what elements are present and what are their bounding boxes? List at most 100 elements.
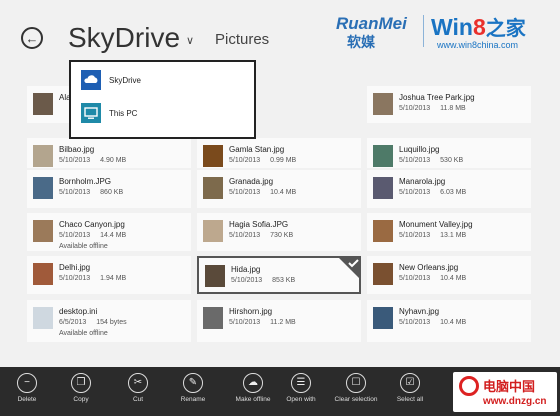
file-tile[interactable]: Luquillo.jpg 5/10/2013 530 KB bbox=[367, 138, 531, 168]
file-tile[interactable]: desktop.ini 6/5/2013 154 bytes Available of… bbox=[27, 300, 191, 342]
select-all-button[interactable]: ☑ Select all bbox=[380, 373, 440, 403]
file-date: 5/10/2013 bbox=[59, 275, 91, 282]
copy-button[interactable]: ❒ Copy bbox=[51, 373, 111, 403]
command-label: Select all bbox=[396, 396, 424, 403]
dropdown-item-label: This PC bbox=[109, 108, 138, 118]
file-meta: 5/10/2013 11.2 MB bbox=[229, 319, 296, 326]
ruanmei-logo-cn: 软媒 bbox=[347, 34, 375, 50]
file-tile[interactable]: Gamla Stan.jpg 5/10/2013 0.99 MB bbox=[197, 138, 361, 168]
file-tile[interactable]: New Orleans.jpg 5/10/2013 10.4 MB bbox=[367, 256, 531, 294]
file-thumbnail bbox=[33, 177, 53, 199]
file-thumbnail bbox=[205, 265, 225, 287]
file-name: New Orleans.jpg bbox=[399, 263, 459, 272]
file-meta: 5/10/2013 10.4 MB bbox=[229, 189, 296, 196]
file-tile[interactable]: Chaco Canyon.jpg 5/10/2013 14.4 MB Availabl… bbox=[27, 213, 191, 251]
file-size: 853 KB bbox=[272, 277, 296, 284]
cut-icon: ✂ bbox=[128, 373, 148, 393]
file-tile[interactable]: Joshua Tree Park.jpg 5/10/2013 11.8 MB bbox=[367, 86, 531, 123]
file-date: 5/10/2013 bbox=[399, 105, 431, 112]
cut-button[interactable]: ✂ Cut bbox=[108, 373, 168, 403]
file-date: 5/10/2013 bbox=[229, 232, 261, 239]
file-thumbnail bbox=[33, 93, 53, 115]
file-meta: 5/10/2013 853 KB bbox=[231, 277, 295, 284]
file-tile[interactable]: Delhi.jpg 5/10/2013 1.94 MB bbox=[27, 256, 191, 294]
file-thumbnail bbox=[373, 177, 393, 199]
file-size: 11.8 MB bbox=[440, 105, 466, 112]
file-size: 14.4 MB bbox=[100, 232, 127, 239]
file-thumbnail bbox=[373, 263, 393, 285]
file-thumbnail bbox=[203, 220, 223, 242]
file-meta: 5/10/2013 6.03 MB bbox=[399, 189, 466, 196]
file-meta: 5/10/2013 14.4 MB bbox=[59, 232, 126, 239]
dropdown-item-skydrive[interactable]: SkyDrive bbox=[81, 70, 141, 90]
file-size: 730 KB bbox=[270, 232, 294, 239]
file-tile[interactable]: Nyhavn.jpg 5/10/2013 10.4 MB bbox=[367, 300, 531, 342]
file-size: 860 KB bbox=[100, 189, 124, 196]
file-thumbnail bbox=[373, 93, 393, 115]
brand-divider bbox=[423, 15, 424, 47]
cloud-offline-icon: ☁ bbox=[243, 373, 263, 393]
file-size: 10.4 MB bbox=[440, 275, 467, 282]
command-label: Cut bbox=[132, 396, 144, 403]
clear-selection-icon: ☐ bbox=[346, 373, 366, 393]
file-name: Delhi.jpg bbox=[59, 263, 91, 272]
page-title[interactable]: SkyDrive bbox=[68, 22, 180, 54]
brand-url: www.win8china.com bbox=[437, 40, 519, 50]
file-size: 4.90 MB bbox=[100, 157, 127, 164]
dropdown-item-label: SkyDrive bbox=[109, 75, 142, 85]
file-tile[interactable]: Hida.jpg 5/10/2013 853 KB bbox=[197, 256, 361, 294]
watermark-logo-icon bbox=[459, 376, 479, 396]
file-tile[interactable]: Bilbao.jpg 5/10/2013 4.90 MB bbox=[27, 138, 191, 168]
breadcrumb[interactable]: Pictures bbox=[215, 31, 269, 48]
file-size: 1.94 MB bbox=[100, 275, 127, 282]
selected-check-icon bbox=[337, 256, 361, 280]
clear-selection-button[interactable]: ☐ Clear selection bbox=[326, 373, 386, 403]
file-tile[interactable]: Hirshorn.jpg 5/10/2013 11.2 MB bbox=[197, 300, 361, 342]
file-date: 6/5/2013 bbox=[59, 319, 87, 326]
location-dropdown: SkyDrive This PC bbox=[69, 60, 256, 139]
file-size: 154 bytes bbox=[96, 319, 127, 326]
file-name: Granada.jpg bbox=[229, 177, 274, 186]
command-label: Delete bbox=[17, 396, 37, 403]
file-meta: 6/5/2013 154 bytes bbox=[59, 319, 127, 326]
chevron-down-icon[interactable]: ∨ bbox=[186, 34, 194, 47]
file-meta: 5/10/2013 4.90 MB bbox=[59, 157, 126, 164]
rename-button[interactable]: ✎ Rename bbox=[163, 373, 223, 403]
file-name: Gamla Stan.jpg bbox=[229, 145, 285, 154]
file-size: 6.03 MB bbox=[440, 189, 467, 196]
file-thumbnail bbox=[203, 145, 223, 167]
file-size: 11.2 MB bbox=[270, 319, 296, 326]
file-tile[interactable]: Granada.jpg 5/10/2013 10.4 MB bbox=[197, 170, 361, 208]
file-name: Hagia Sofia.JPG bbox=[229, 220, 289, 229]
delete-button[interactable]: − Delete bbox=[0, 373, 57, 403]
watermark-cn: 电脑中国 bbox=[483, 379, 536, 394]
file-thumbnail bbox=[33, 307, 53, 329]
file-date: 5/10/2013 bbox=[399, 157, 431, 164]
file-tile[interactable]: Bornholm.JPG 5/10/2013 860 KB bbox=[27, 170, 191, 208]
file-name: Monument Valley.jpg bbox=[399, 220, 473, 229]
command-label: Rename bbox=[180, 396, 206, 403]
file-meta: 5/10/2013 0.99 MB bbox=[229, 157, 296, 164]
dropdown-item-this-pc[interactable]: This PC bbox=[81, 103, 137, 123]
back-button[interactable]: ← bbox=[21, 27, 43, 49]
file-meta: 5/10/2013 13.1 MB bbox=[399, 232, 466, 239]
file-name: Luquillo.jpg bbox=[399, 145, 440, 154]
file-date: 5/10/2013 bbox=[59, 232, 91, 239]
brand-logo: RuanMei 软媒 Win8之家 www.win8china.com bbox=[333, 10, 548, 52]
file-size: 530 KB bbox=[440, 157, 464, 164]
delete-icon: − bbox=[17, 373, 37, 393]
file-name: Hirshorn.jpg bbox=[229, 307, 273, 316]
file-tile[interactable]: Manarola.jpg 5/10/2013 6.03 MB bbox=[367, 170, 531, 208]
open-with-icon: ☰ bbox=[291, 373, 311, 393]
win8-logo-text: Win8之家 bbox=[431, 14, 526, 40]
file-thumbnail bbox=[373, 307, 393, 329]
file-date: 5/10/2013 bbox=[59, 189, 91, 196]
command-label: Clear selection bbox=[334, 396, 378, 403]
file-tile[interactable]: Hagia Sofia.JPG 5/10/2013 730 KB bbox=[197, 213, 361, 251]
cloud-icon bbox=[81, 70, 101, 90]
open-with-button[interactable]: ☰ Open with bbox=[271, 373, 331, 403]
file-thumbnail bbox=[33, 263, 53, 285]
command-label: Open with bbox=[286, 396, 316, 403]
file-meta: 5/10/2013 1.94 MB bbox=[59, 275, 126, 282]
file-tile[interactable]: Monument Valley.jpg 5/10/2013 13.1 MB bbox=[367, 213, 531, 251]
